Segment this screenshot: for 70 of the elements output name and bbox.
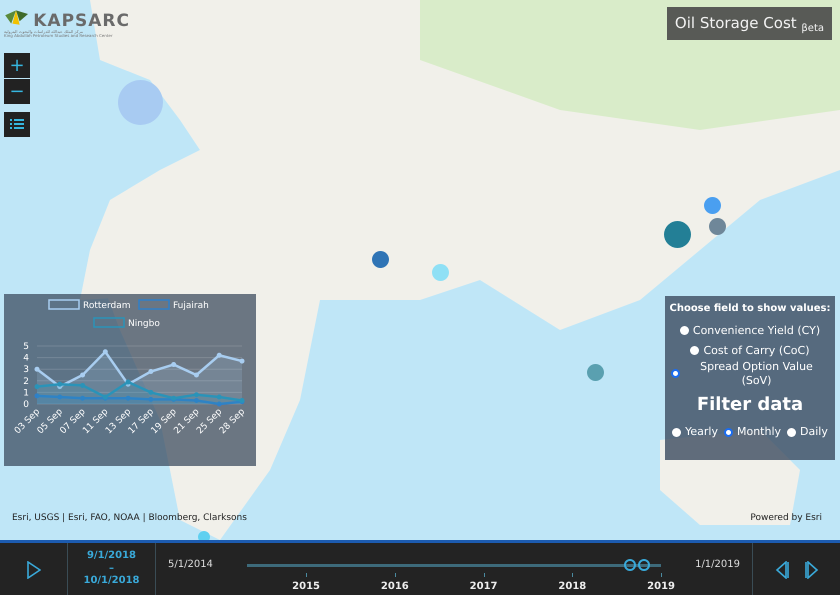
- slider-thumb[interactable]: [624, 559, 636, 571]
- radio-button[interactable]: [690, 346, 700, 355]
- data-point: [171, 362, 176, 368]
- map-marker[interactable]: [586, 364, 604, 380]
- data-point: [240, 358, 244, 364]
- play-icon: [26, 560, 40, 579]
- data-point: [148, 396, 154, 402]
- data-point: [34, 393, 40, 398]
- data-point: [148, 390, 154, 395]
- logo-text: KAPSARC: [33, 13, 130, 30]
- list-button[interactable]: [4, 112, 30, 137]
- current-date: 9/1/2018: [86, 550, 138, 563]
- y-tick-label: 1: [23, 388, 29, 398]
- list-icon: [10, 119, 24, 130]
- y-tick-label: 4: [23, 354, 29, 364]
- zoom-in-button[interactable]: +: [4, 53, 30, 78]
- data-point: [80, 382, 86, 388]
- legend-swatch: [48, 299, 80, 310]
- radio-button[interactable]: [680, 326, 689, 335]
- legend-swatch: [138, 299, 170, 310]
- y-tick-label: 2: [23, 376, 29, 387]
- app-title: Oil Storage Cost $_{βeta}$: [666, 7, 832, 40]
- range-end-date: 1/1/2019: [695, 558, 740, 572]
- range-start-date: 5/1/2014: [168, 558, 213, 572]
- data-point: [34, 366, 40, 372]
- data-point: [216, 352, 222, 358]
- legend-swatch: [93, 317, 125, 328]
- legend-label[interactable]: Rotterdam: [83, 301, 130, 311]
- y-tick-label: 0: [23, 400, 29, 410]
- data-point: [148, 369, 154, 374]
- data-point: [57, 394, 62, 400]
- current-date: 10/1/2018: [83, 575, 140, 588]
- slider-thumb[interactable]: [638, 559, 650, 571]
- year-label: 2019: [647, 580, 675, 594]
- field-heading: Choose field to show values:: [668, 302, 832, 316]
- radio-button[interactable]: [787, 428, 796, 436]
- filter-heading: Filter data: [696, 392, 804, 416]
- radio-button[interactable]: [672, 428, 682, 436]
- data-point: [102, 349, 108, 354]
- data-point: [194, 372, 199, 378]
- year-label: 2015: [292, 580, 320, 594]
- radio-option[interactable]: Yearly: [672, 425, 718, 439]
- year-label: 2018: [558, 580, 586, 594]
- radio-option[interactable]: Daily: [787, 425, 828, 439]
- date-separator: –: [108, 562, 115, 576]
- radio-button[interactable]: [724, 428, 733, 436]
- year-label: 2016: [380, 580, 409, 594]
- data-point: [216, 402, 222, 406]
- y-tick-label: 5: [23, 342, 29, 352]
- radio-option[interactable]: Cost of Carry (CoC): [690, 344, 810, 358]
- radio-option[interactable]: Convenience Yield (CY): [680, 324, 820, 338]
- map-marker[interactable]: [198, 531, 210, 540]
- attribution-text: Esri, USGS | Esri, FAO, NOAA | Bloomberg, Clarksons: [12, 512, 247, 524]
- powered-by-text: Powered by Esri: [750, 512, 822, 524]
- radio-option[interactable]: Spread Option Value (SoV): [671, 360, 829, 388]
- year-label: 2017: [470, 580, 498, 594]
- radio-option[interactable]: Monthly: [724, 425, 782, 439]
- legend-label[interactable]: Fujairah: [173, 301, 209, 311]
- data-point: [216, 394, 222, 400]
- y-tick-label: 3: [23, 365, 29, 376]
- data-point: [80, 396, 86, 401]
- map-marker[interactable]: [118, 80, 162, 124]
- legend-label[interactable]: Ningbo: [128, 319, 160, 329]
- data-point: [80, 372, 86, 378]
- step-back-icon: [774, 560, 788, 579]
- zoom-out-button[interactable]: −: [4, 79, 30, 104]
- data-point: [34, 384, 40, 390]
- radio-button[interactable]: [671, 369, 680, 378]
- data-point: [126, 396, 131, 401]
- step-forward-icon: [804, 560, 820, 579]
